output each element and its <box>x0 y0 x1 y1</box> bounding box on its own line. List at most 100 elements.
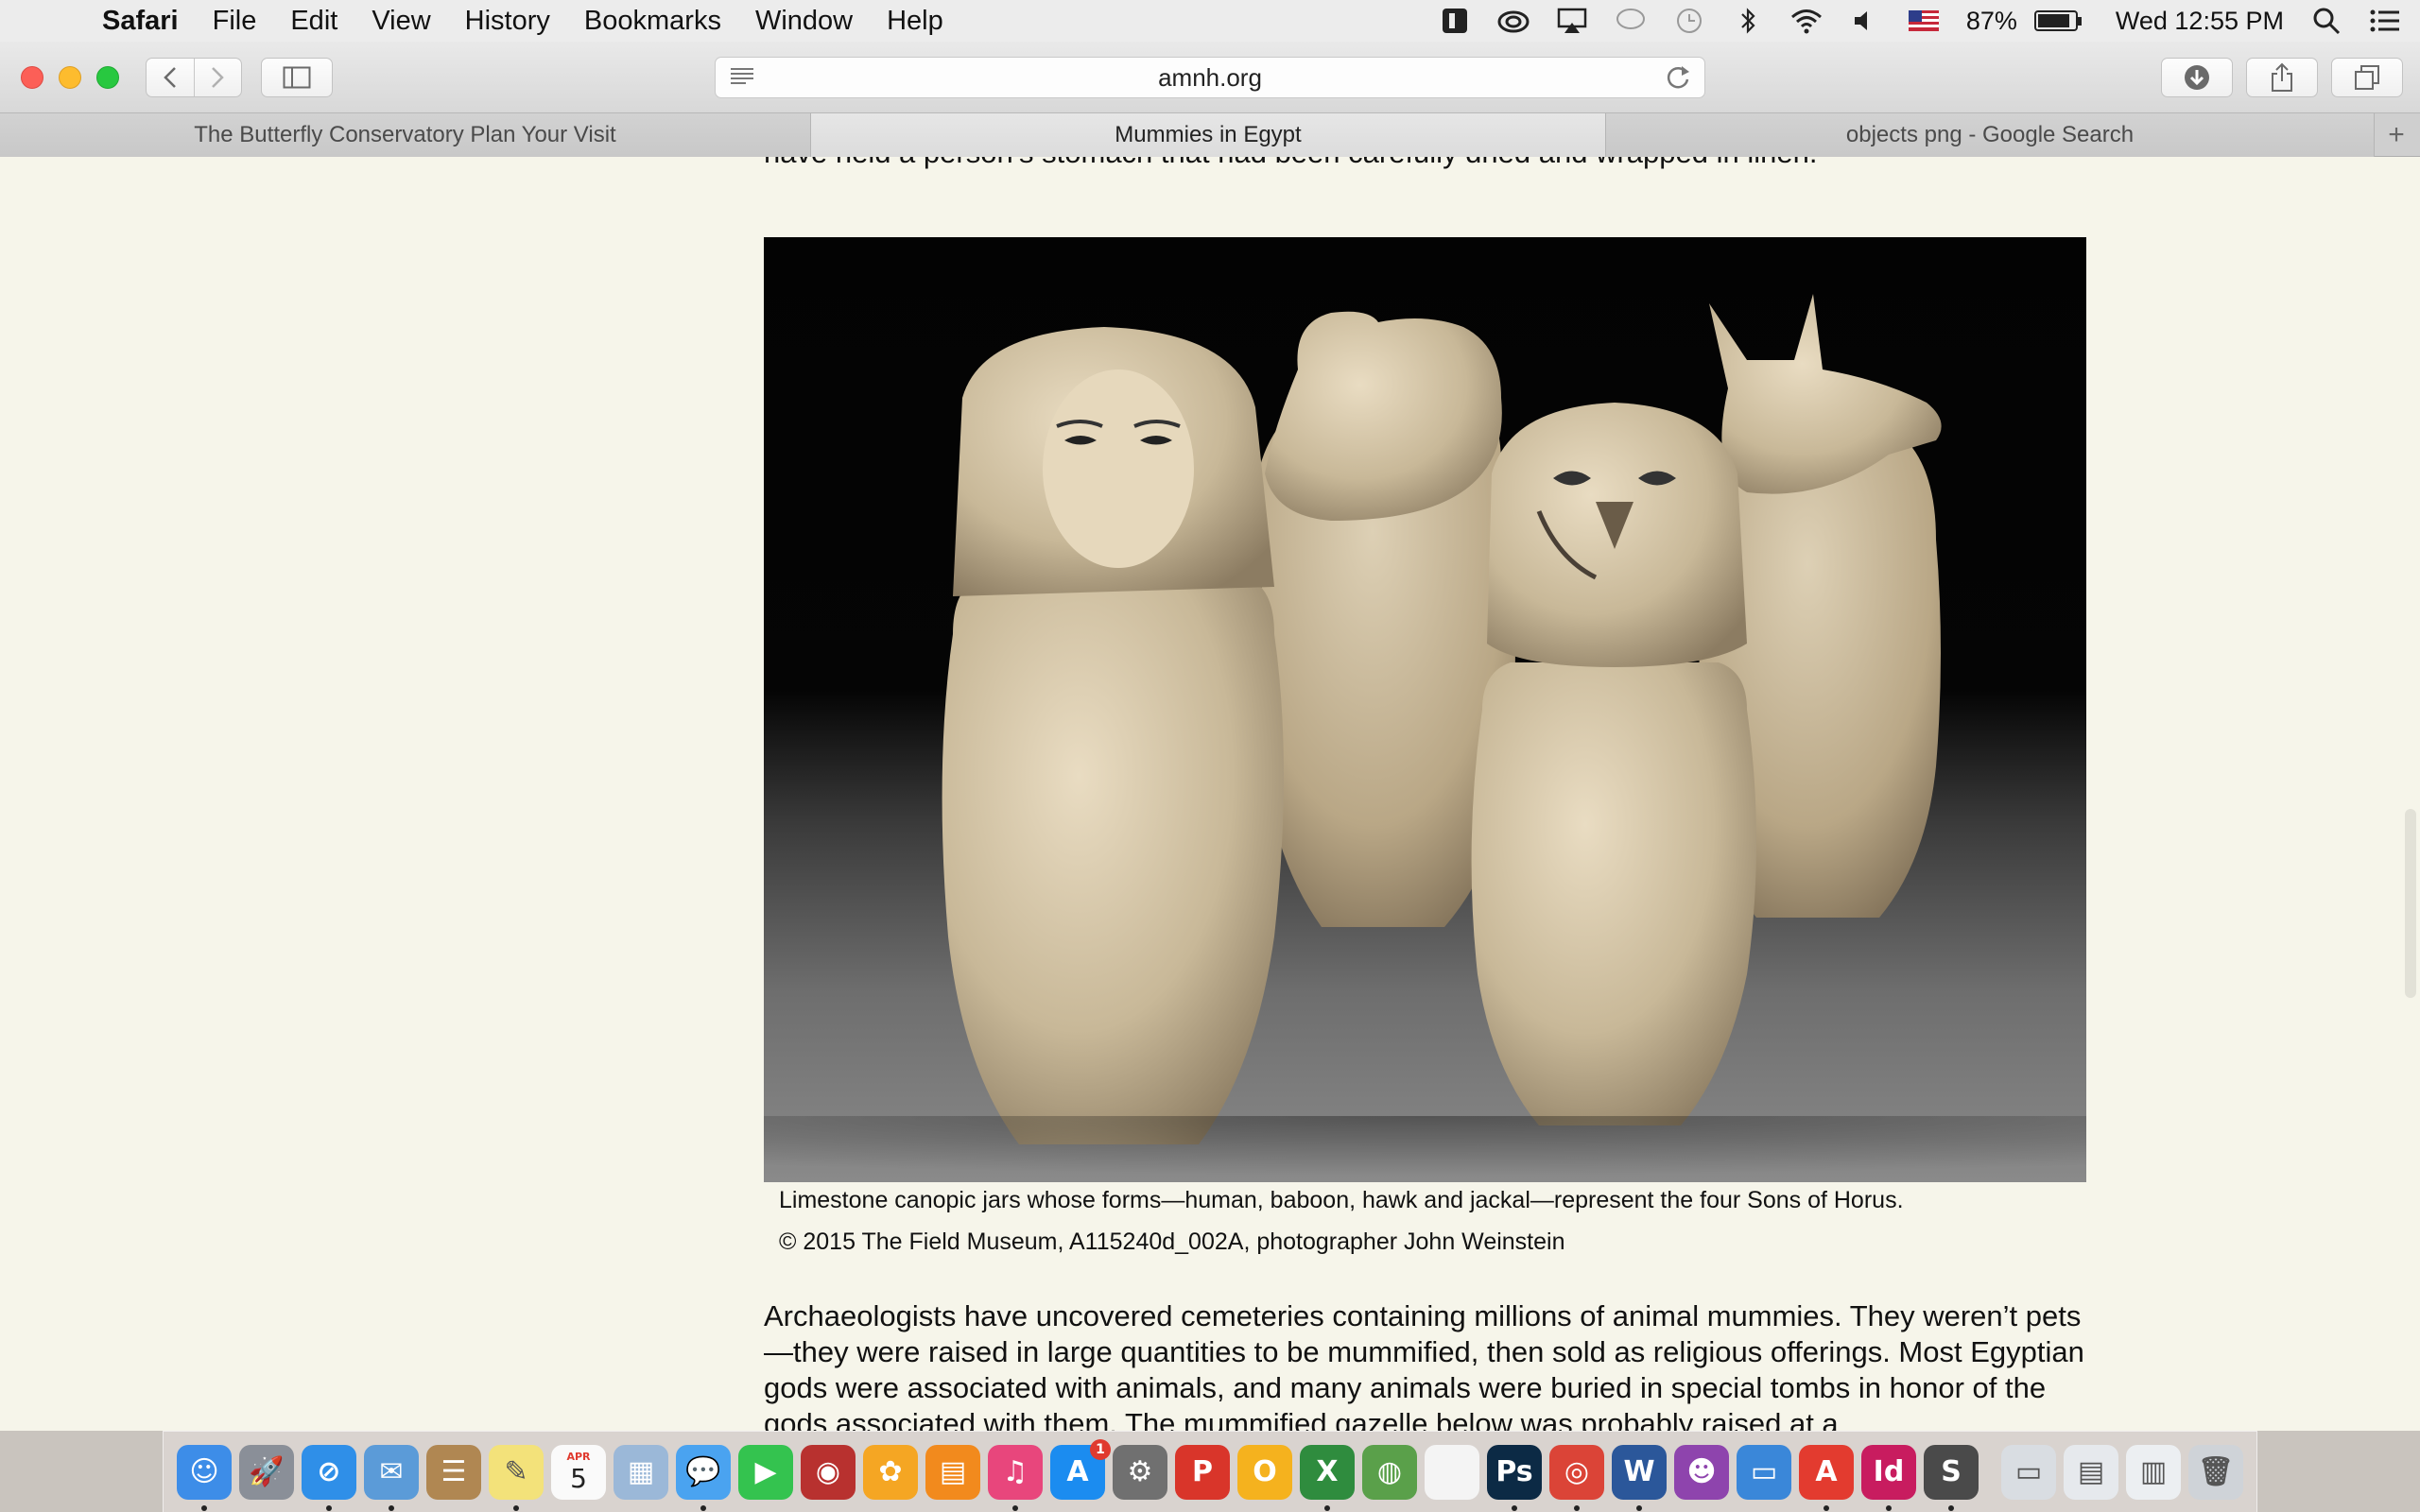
menu-help[interactable]: Help <box>887 6 943 37</box>
wifi-icon[interactable] <box>1790 5 1823 37</box>
menu-file[interactable]: File <box>213 6 257 37</box>
reload-icon[interactable] <box>1665 63 1691 98</box>
menu-bar: Safari File Edit View History Bookmarks … <box>0 0 2420 42</box>
us-flag-icon[interactable] <box>1908 5 1940 37</box>
battery-percent[interactable]: 87% <box>1966 7 2017 36</box>
sidebar-icon <box>283 66 311 89</box>
screenshot-stack-icon[interactable]: ▭ <box>2001 1444 2056 1500</box>
tab-label: The Butterfly Conservatory Plan Your Vis… <box>194 122 616 147</box>
running-indicator <box>1886 1504 1892 1511</box>
launchpad-icon[interactable]: 🚀 <box>239 1444 294 1500</box>
tab-label: objects png - Google Search <box>1845 122 2135 147</box>
tab-objects-png-google-search[interactable]: objects png - Google Search <box>1606 113 2375 157</box>
trash-icon[interactable]: 🗑 <box>2188 1444 2243 1500</box>
notes-icon[interactable]: ✎ <box>489 1444 544 1511</box>
close-window-button[interactable] <box>21 66 43 89</box>
photos-icon[interactable]: ✿ <box>863 1444 918 1500</box>
menu-bookmarks[interactable]: Bookmarks <box>584 6 721 37</box>
tab-bar: The Butterfly Conservatory Plan Your Vis… <box>0 113 2420 157</box>
photoshop-icon[interactable]: Ps <box>1487 1444 1542 1511</box>
globe-app-icon[interactable]: ◍ <box>1362 1444 1417 1500</box>
tab-butterfly-conservatory[interactable]: The Butterfly Conservatory Plan Your Vis… <box>0 113 811 157</box>
minimize-window-button[interactable] <box>59 66 81 89</box>
dock-icon-glyph: W <box>1623 1455 1655 1488</box>
volume-icon[interactable] <box>1849 5 1881 37</box>
share-button[interactable] <box>2246 58 2318 97</box>
battery-icon[interactable] <box>2033 10 2082 31</box>
itunes-icon[interactable]: ♫ <box>988 1444 1043 1511</box>
photo-booth-icon[interactable]: ◉ <box>801 1444 856 1500</box>
dock-icon-glyph: ▥ <box>2139 1455 2168 1488</box>
menu-history[interactable]: History <box>465 6 550 37</box>
dock-icon-glyph: ▦ <box>627 1455 655 1488</box>
messages-icon[interactable]: 💬 <box>676 1444 731 1511</box>
sublime-icon[interactable]: S <box>1924 1444 1979 1511</box>
photo-credit: © 2015 The Field Museum, A115240d_002A, … <box>779 1228 1565 1255</box>
github-icon[interactable]: ☻ <box>1674 1444 1729 1500</box>
back-button[interactable] <box>147 59 194 96</box>
address-url[interactable]: amnh.org <box>1158 63 1262 93</box>
keynote-icon[interactable]: ▭ <box>1737 1444 1791 1500</box>
canopic-jars-photo <box>764 237 2086 1182</box>
running-indicator <box>1512 1504 1517 1511</box>
new-tab-button[interactable]: + <box>2375 113 2418 156</box>
app-store-icon[interactable]: A1 <box>1050 1438 1111 1500</box>
photo-caption: Limestone canopic jars whose forms—human… <box>779 1187 1904 1213</box>
facetime-icon[interactable]: ▶ <box>738 1444 793 1500</box>
address-bar[interactable]: amnh.org <box>715 57 1705 98</box>
p-app-icon[interactable]: P <box>1175 1444 1230 1500</box>
show-all-tabs-button[interactable] <box>2331 58 2403 97</box>
finder-icon[interactable]: ☺ <box>177 1444 232 1511</box>
show-sidebar-button[interactable] <box>261 58 333 97</box>
dock-icon-glyph: Id <box>1873 1455 1905 1488</box>
bluetooth-icon[interactable] <box>1732 5 1764 37</box>
safari-icon[interactable]: ⊘ <box>302 1444 356 1511</box>
menu-edit[interactable]: Edit <box>290 6 337 37</box>
spotlight-search-icon[interactable] <box>2310 5 2342 37</box>
tabs-overview-icon <box>2355 65 2379 90</box>
reader-view-icon[interactable] <box>729 65 755 93</box>
dock-icon-glyph: ✿ <box>878 1455 903 1488</box>
preview-icon[interactable]: ▦ <box>614 1444 668 1500</box>
word-icon[interactable]: W <box>1612 1444 1667 1511</box>
excel-icon[interactable]: X <box>1300 1444 1355 1511</box>
notification-center-icon[interactable] <box>2369 5 2401 37</box>
documents-stack-icon[interactable]: ▤ <box>2064 1444 2118 1500</box>
airplay-icon[interactable] <box>1556 5 1588 37</box>
ibooks-icon[interactable]: ▤ <box>925 1444 980 1500</box>
menu-view[interactable]: View <box>372 6 430 37</box>
forward-button[interactable] <box>193 59 242 96</box>
calendar-icon[interactable]: APR 5 <box>551 1444 606 1500</box>
downloads-stack-icon[interactable]: ▥ <box>2126 1444 2181 1500</box>
creative-cloud-icon[interactable] <box>1497 5 1530 37</box>
article-paragraph-animal-mummies: Archaeologists have uncovered cemeteries… <box>764 1299 2084 1431</box>
downloads-button[interactable] <box>2161 58 2233 97</box>
menu-window[interactable]: Window <box>755 6 853 37</box>
running-indicator <box>1012 1504 1018 1511</box>
running-indicator <box>513 1504 519 1511</box>
time-machine-icon[interactable] <box>1673 5 1705 37</box>
dock-icon-glyph: ▭ <box>1750 1455 1778 1488</box>
dock-icon-glyph: A <box>1066 1455 1089 1488</box>
download-icon <box>2185 65 2209 90</box>
page-scrollbar[interactable] <box>2405 809 2416 998</box>
blank-document-icon[interactable] <box>1425 1444 1479 1500</box>
menu-clock[interactable]: Wed 12:55 PM <box>2116 7 2284 36</box>
menu-app-name[interactable]: Safari <box>102 6 179 37</box>
dashlane-icon[interactable] <box>1439 5 1471 37</box>
tab-mummies-in-egypt[interactable]: Mummies in Egypt <box>811 113 1606 157</box>
chrome-icon[interactable]: ◎ <box>1549 1444 1604 1511</box>
dock-icon-glyph: 💬 <box>685 1455 721 1488</box>
indesign-icon[interactable]: Id <box>1861 1444 1916 1511</box>
messages-status-icon[interactable] <box>1615 5 1647 37</box>
acrobat-icon[interactable]: A <box>1799 1444 1854 1511</box>
dock: ☺ 🚀 ⊘ ✉ ☰ ✎ APR 5 ▦ 💬 ▶ ◉ ✿ ▤ ♫ A 1 ⚙ P O X ◍ Ps ◎ W ☻ ▭ A Id S ▭ ▤ ▥ 🗑 <box>163 1431 2257 1512</box>
mail-icon[interactable]: ✉ <box>364 1444 419 1511</box>
contacts-icon[interactable]: ☰ <box>426 1444 481 1500</box>
system-preferences-icon[interactable]: ⚙ <box>1113 1444 1167 1500</box>
running-indicator <box>1824 1504 1829 1511</box>
dock-icon-glyph: ♫ <box>1002 1455 1028 1488</box>
dock-icon-glyph: ▶ <box>754 1455 777 1488</box>
orange-o-app-icon[interactable]: O <box>1237 1444 1292 1500</box>
fullscreen-window-button[interactable] <box>96 66 119 89</box>
